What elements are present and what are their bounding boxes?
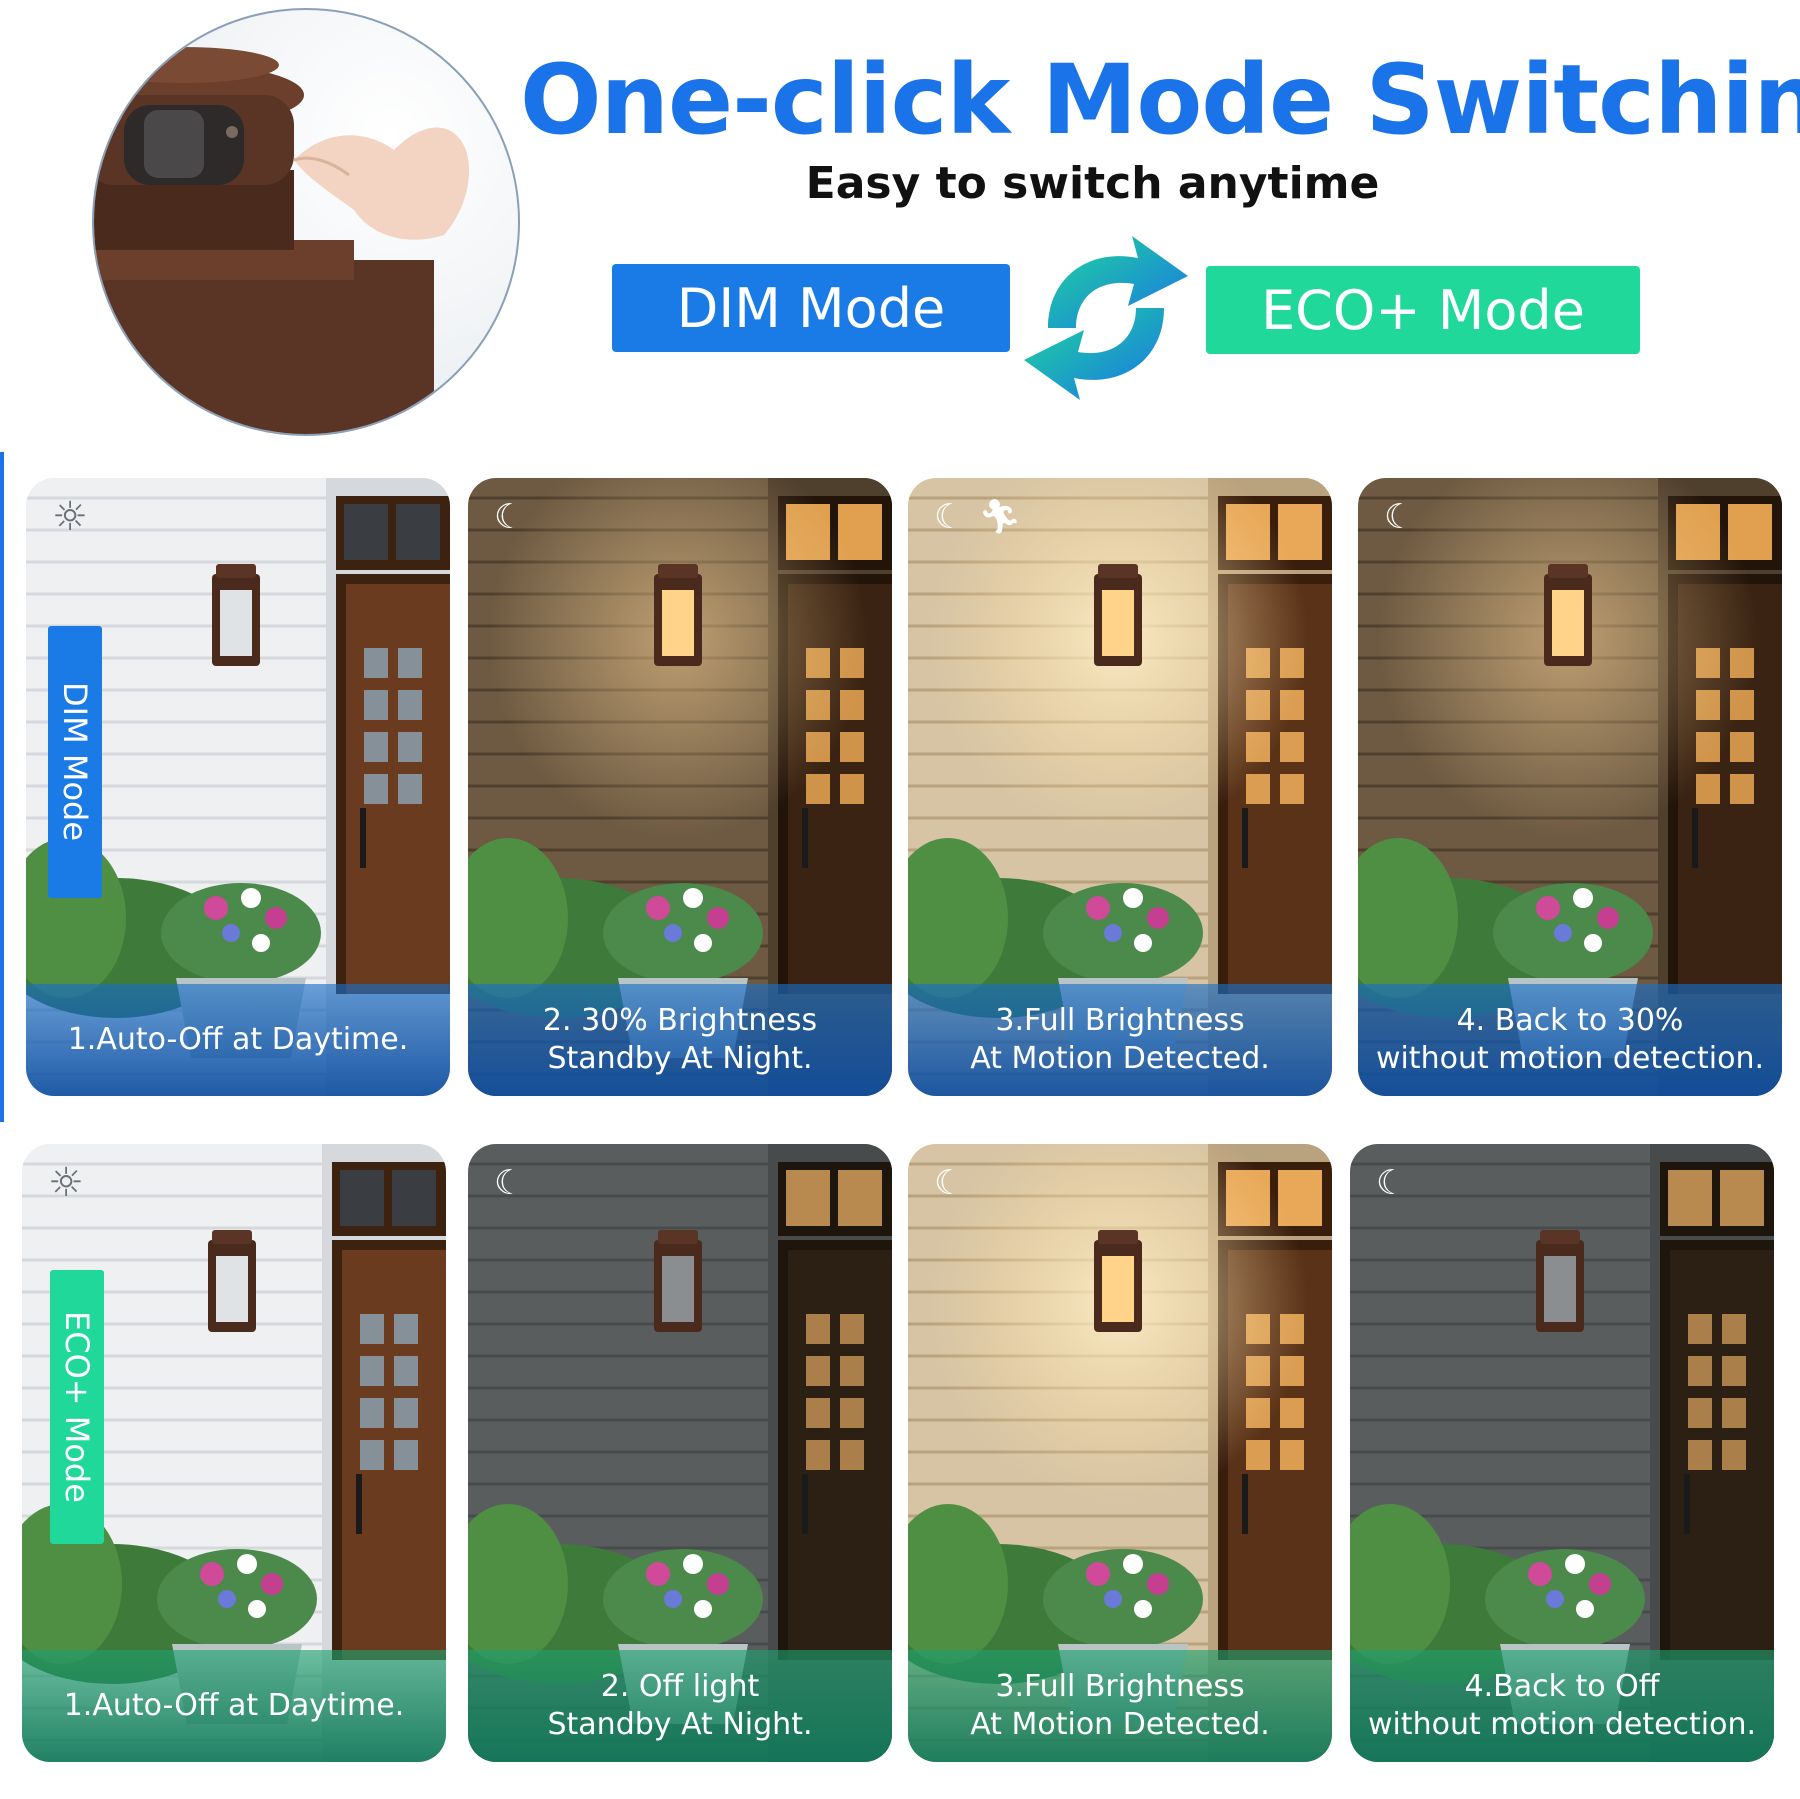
sensor-closeup-image — [92, 8, 520, 436]
mode-panel-dim-4: ☾ 4. Back to 30% without motion detectio… — [1358, 478, 1782, 1096]
mode-panel-dim-2: ☾ 2. 30% Brightness Standby At Night. — [468, 478, 892, 1096]
panel-caption-text: 4. Back to 30% without motion detection. — [1375, 1003, 1765, 1076]
panel-caption-text: 3.Full Brightness At Motion Detected. — [970, 1003, 1270, 1076]
panel-caption: 3.Full Brightness At Motion Detected. — [908, 1650, 1332, 1762]
panel-caption: 4. Back to 30% without motion detection. — [1358, 984, 1782, 1096]
panel-caption: 2. 30% Brightness Standby At Night. — [468, 984, 892, 1096]
panel-caption: 3.Full Brightness At Motion Detected. — [908, 984, 1332, 1096]
moon-icon: ☾ — [934, 1163, 965, 1203]
panel-caption-text: 4.Back to Off without motion detection. — [1367, 1669, 1757, 1742]
status-icons: ☾ — [1376, 1166, 1406, 1200]
mode-panel-eco-2: ☾ 2. Off light Standby At Night. — [468, 1144, 892, 1762]
sun-icon: ☼ — [52, 494, 88, 540]
eco-mode-side-tag: ECO+ Mode — [50, 1270, 104, 1544]
moon-icon: ☾ — [1384, 497, 1415, 537]
sun-icon: ☼ — [48, 1160, 84, 1206]
panel-caption: 4.Back to Off without motion detection. — [1350, 1650, 1774, 1762]
panel-caption-text: 2. Off light Standby At Night. — [547, 1669, 813, 1742]
panel-caption: 1.Auto-Off at Daytime. — [22, 1650, 446, 1762]
status-icons: ☼ — [52, 494, 88, 540]
moon-icon: ☾ — [1376, 1163, 1407, 1203]
status-icons: ☼ — [48, 1160, 84, 1206]
page-subtitle: Easy to switch anytime — [805, 158, 1380, 209]
moon-icon: ☾ — [934, 497, 965, 537]
moon-icon: ☾ — [494, 497, 525, 537]
eco-mode-button[interactable]: ECO+ Mode — [1206, 266, 1640, 354]
page-title: One-click Mode Switching — [520, 44, 1800, 156]
panel-caption: 1.Auto-Off at Daytime. — [26, 984, 450, 1096]
status-icons: ☾ — [494, 1166, 524, 1200]
motion-icon: 🏃︎ — [978, 497, 1022, 537]
panel-caption-text: 3.Full Brightness At Motion Detected. — [970, 1669, 1270, 1742]
panel-caption-text: 1.Auto-Off at Daytime. — [63, 1688, 405, 1723]
cycle-arrows-icon — [1024, 236, 1188, 400]
status-icons: ☾ — [1384, 500, 1414, 534]
dim-mode-button[interactable]: DIM Mode — [612, 264, 1010, 352]
status-icons: ☾ — [494, 500, 524, 534]
panel-caption-text: 1.Auto-Off at Daytime. — [67, 1022, 409, 1057]
mode-panel-eco-3: ☾ 3.Full Brightness At Motion Detected. — [908, 1144, 1332, 1762]
mode-panel-dim-3: ☾ 🏃︎ 3.Full Brightness At Motion Detected… — [908, 478, 1332, 1096]
dim-mode-side-tag: DIM Mode — [48, 626, 102, 898]
panel-caption-text: 2. 30% Brightness Standby At Night. — [542, 1003, 818, 1076]
status-icons: ☾ — [934, 1166, 964, 1200]
mode-panel-eco-4: ☾ 4.Back to Off without motion detection… — [1350, 1144, 1774, 1762]
status-icons: ☾ 🏃︎ — [934, 500, 1022, 534]
panel-caption: 2. Off light Standby At Night. — [468, 1650, 892, 1762]
row-divider — [0, 452, 4, 1122]
moon-icon: ☾ — [494, 1163, 525, 1203]
